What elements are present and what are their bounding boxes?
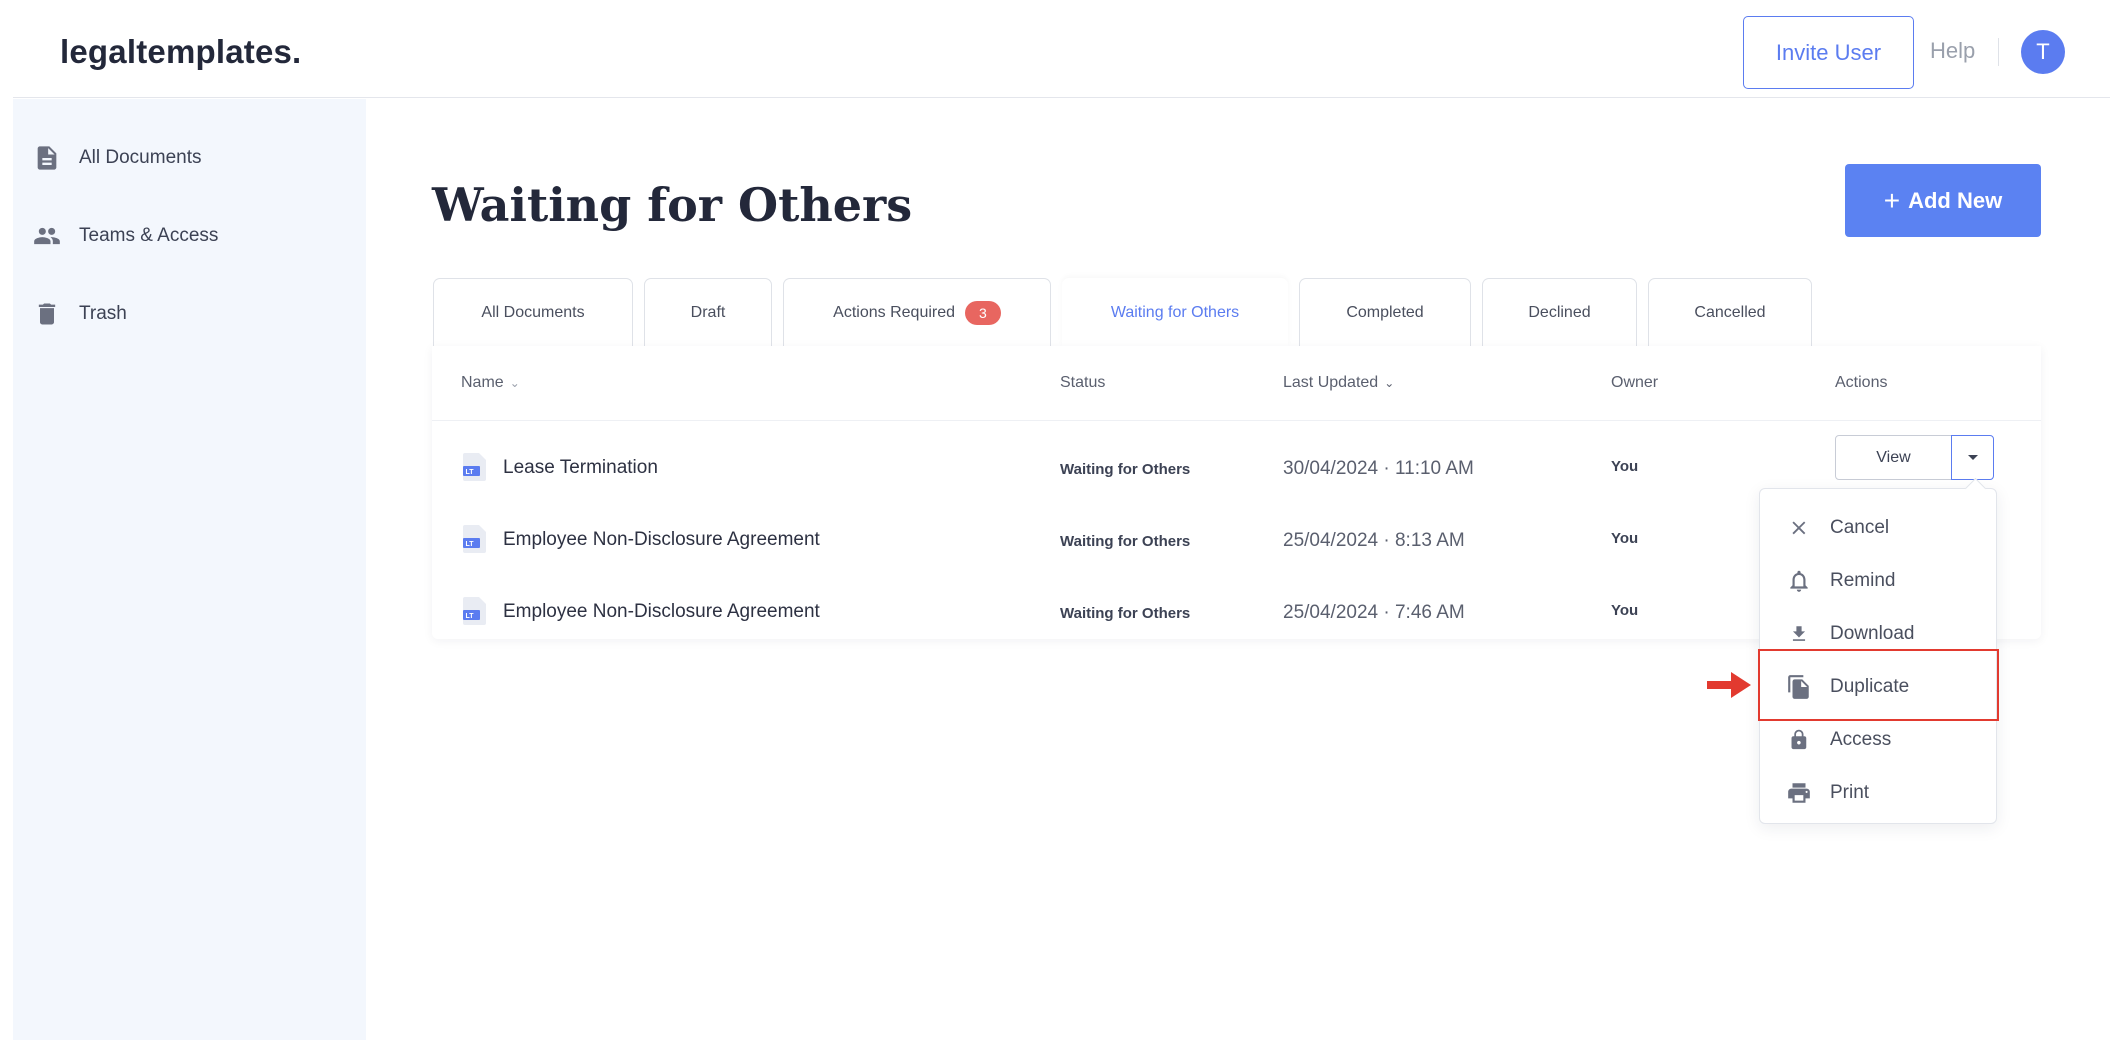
header-divider [1998,38,1999,66]
trash-icon [38,303,56,325]
top-header: legaltemplates. Invite User Help T [13,0,2110,98]
document-icon: LT [463,597,486,625]
document-icon: LT [463,453,486,481]
menu-item-access[interactable]: Access [1760,713,1998,766]
download-icon [1792,625,1806,641]
actions-dropdown-menu: Cancel Remind Download Duplicate Access … [1759,488,1997,824]
invite-user-button[interactable]: Invite User [1743,16,1914,89]
owner-text: You [1611,458,1639,475]
menu-item-print[interactable]: Print [1760,766,1998,819]
arrow-right-icon [1707,672,1751,698]
add-new-button[interactable]: + Add New [1845,164,2041,237]
sidebar: All Documents Teams & Access Trash [13,99,366,1040]
sidebar-item-label: Teams & Access [79,225,219,246]
tab-label: Waiting for Others [1110,303,1240,321]
document-icon: LT [463,525,486,553]
chevron-down-icon: ⌄ [509,376,520,390]
menu-item-label: Duplicate [1830,675,1910,697]
tab-label: Draft [690,304,726,321]
document-name[interactable]: Employee Non-Disclosure Agreement [503,601,820,623]
add-new-label: Add New [1908,187,2003,213]
header-divider [432,420,2041,421]
menu-item-download[interactable]: Download [1760,607,1998,660]
view-button[interactable]: View [1835,435,1952,480]
tab-cancelled[interactable]: Cancelled [1648,278,1812,347]
tab-label: Completed [1346,304,1424,321]
page-title: Waiting for Others [432,178,913,232]
document-name[interactable]: Lease Termination [503,457,658,479]
column-label: Name [461,374,504,391]
status-text: Waiting for Others [1060,461,1191,478]
menu-item-cancel[interactable]: Cancel [1760,501,1998,554]
menu-item-duplicate[interactable]: Duplicate [1760,660,1998,713]
sidebar-item-teams-access[interactable]: Teams & Access [33,222,218,250]
document-icon [37,146,57,170]
sidebar-item-label: Trash [79,303,127,324]
bell-icon [1790,570,1808,592]
print-icon [1788,782,1810,803]
sidebar-item-label: All Documents [79,147,202,168]
tab-all-documents[interactable]: All Documents [433,278,633,347]
tab-label: Actions Required [833,304,956,321]
last-updated-text: 25/04/2024 · 7:46 AM [1283,602,1465,623]
tab-label: Declined [1528,304,1591,321]
actions-dropdown-toggle[interactable] [1951,435,1994,480]
count-badge: 3 [965,301,1001,325]
tab-completed[interactable]: Completed [1299,278,1471,347]
people-icon [34,227,60,245]
app-window: legaltemplates. Invite User Help T All D… [13,0,2110,1040]
column-header-status: Status [1060,374,1105,392]
tab-waiting-for-others[interactable]: Waiting for Others [1062,278,1288,347]
menu-item-label: Access [1830,728,1892,750]
column-label: Actions [1835,374,1888,391]
tab-actions-required[interactable]: Actions Required 3 [783,278,1051,347]
svg-text:LT: LT [466,469,475,476]
menu-item-label: Cancel [1830,516,1890,538]
document-name[interactable]: Employee Non-Disclosure Agreement [503,529,820,551]
chevron-down-icon: ⌄ [1384,376,1395,390]
column-label: Status [1060,374,1106,391]
last-updated-text: 30/04/2024 · 11:10 AM [1283,458,1474,479]
tab-label: Cancelled [1694,304,1766,321]
menu-item-label: Remind [1830,569,1896,591]
menu-item-label: Download [1830,622,1915,644]
column-header-owner: Owner [1611,374,1658,392]
menu-item-label: Print [1830,781,1870,803]
avatar[interactable]: T [2021,30,2065,74]
tab-draft[interactable]: Draft [644,278,772,347]
column-label: Last Updated [1283,374,1379,391]
column-header-last-updated[interactable]: Last Updated ⌄ [1283,374,1394,392]
svg-text:LT: LT [466,613,475,620]
column-label: Owner [1611,374,1659,391]
lock-icon [1791,729,1807,749]
svg-text:LT: LT [466,541,475,548]
caret-down-icon [1967,455,1978,460]
column-header-name[interactable]: Name ⌄ [461,374,520,392]
plus-icon: + [1883,184,1901,216]
status-text: Waiting for Others [1060,605,1191,622]
column-header-actions: Actions [1835,374,1887,392]
tab-label: All Documents [481,304,585,321]
owner-text: You [1611,530,1639,547]
owner-text: You [1611,602,1639,619]
logo[interactable]: legaltemplates. [60,33,301,71]
last-updated-text: 25/04/2024 · 8:13 AM [1283,530,1465,551]
menu-item-remind[interactable]: Remind [1760,554,1998,607]
duplicate-icon [1788,674,1809,699]
sidebar-item-trash[interactable]: Trash [33,300,127,328]
help-link[interactable]: Help [1930,38,1975,64]
sidebar-item-all-documents[interactable]: All Documents [33,144,202,172]
close-icon [1792,520,1806,534]
tab-declined[interactable]: Declined [1482,278,1637,347]
status-text: Waiting for Others [1060,533,1191,550]
